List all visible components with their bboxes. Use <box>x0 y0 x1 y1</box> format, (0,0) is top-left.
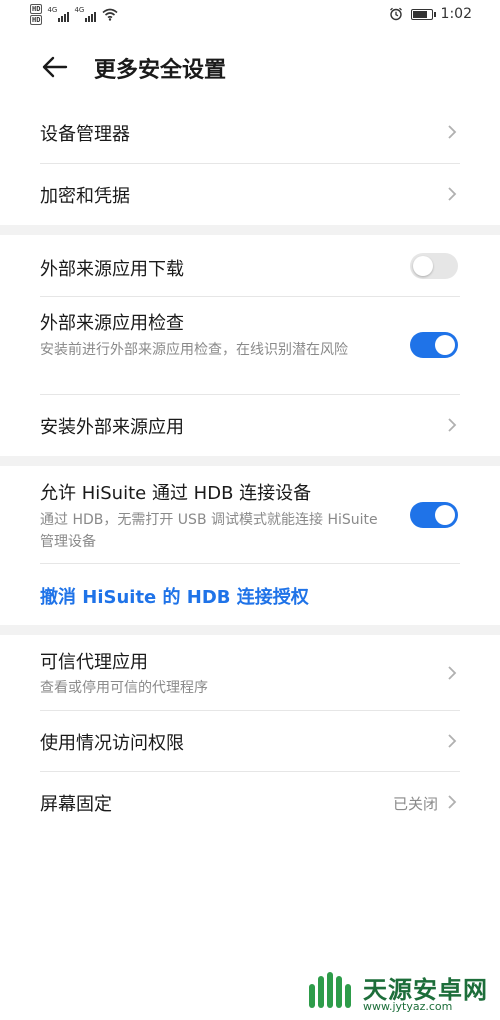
usage-access-item[interactable]: 使用情况访问权限 <box>40 711 460 771</box>
watermark-url: www.jytyaz.com <box>363 1000 453 1013</box>
back-arrow-icon <box>42 56 68 78</box>
hisuite-hdb-toggle[interactable] <box>410 502 458 528</box>
status-bar-right: 1:02 <box>389 6 472 22</box>
revoke-hdb-authorization-label: 撤消 HiSuite 的 HDB 连接授权 <box>40 587 309 608</box>
external-source-check-toggle[interactable] <box>410 332 458 358</box>
external-source-download-label: 外部来源应用下载 <box>40 259 184 280</box>
trusted-agents-item[interactable]: 可信代理应用 查看或停用可信的代理程序 <box>40 635 460 709</box>
install-external-apps-item[interactable]: 安装外部来源应用 <box>40 395 460 455</box>
revoke-hdb-authorization-link[interactable]: 撤消 HiSuite 的 HDB 连接授权 <box>40 564 460 624</box>
signal-icon-1: 4G <box>47 6 70 22</box>
external-source-check-item[interactable]: 外部来源应用检查 安装前进行外部来源应用检查，在线识别潜在风险 <box>40 297 460 393</box>
watermark-logo-icon <box>309 972 351 1008</box>
status-bar: HD HD 4G 4G 1:02 <box>0 0 500 34</box>
toggle-knob <box>435 505 455 525</box>
screen-pinning-item[interactable]: 屏幕固定 已关闭 <box>40 772 460 832</box>
status-time: 1:02 <box>440 6 472 22</box>
chevron-right-icon <box>448 125 457 139</box>
hd-badge-2: HD <box>30 15 43 25</box>
external-source-download-item[interactable]: 外部来源应用下载 <box>40 235 460 295</box>
section-separator <box>0 456 500 466</box>
trusted-agents-label: 可信代理应用 <box>40 652 148 673</box>
device-manager-item[interactable]: 设备管理器 <box>40 104 460 162</box>
chevron-right-icon <box>448 795 457 809</box>
chevron-right-icon <box>448 734 457 748</box>
status-bar-left: HD HD 4G 4G <box>30 4 118 25</box>
chevron-right-icon <box>448 418 457 432</box>
wifi-icon <box>102 8 118 21</box>
hd-badges: HD HD <box>30 4 43 25</box>
external-source-check-description: 安装前进行外部来源应用检查，在线识别潜在风险 <box>40 342 348 358</box>
page-header: 更多安全设置 <box>0 40 500 96</box>
encryption-credentials-item[interactable]: 加密和凭据 <box>40 164 460 222</box>
section-separator <box>0 225 500 235</box>
hisuite-hdb-item[interactable]: 允许 HiSuite 通过 HDB 连接设备 通过 HDB，无需打开 USB 调… <box>40 466 460 563</box>
signal-icon-2: 4G <box>74 6 97 22</box>
screen-pinning-value: 已关闭 <box>392 795 438 813</box>
page-title: 更多安全设置 <box>94 58 227 83</box>
chevron-right-icon <box>448 666 457 680</box>
hisuite-hdb-label: 允许 HiSuite 通过 HDB 连接设备 <box>40 483 312 504</box>
back-button[interactable] <box>38 52 72 82</box>
hd-badge-1: HD <box>30 4 43 14</box>
encryption-credentials-label: 加密和凭据 <box>40 186 130 207</box>
device-manager-label: 设备管理器 <box>40 124 130 145</box>
chevron-right-icon <box>448 187 457 201</box>
trusted-agents-description: 查看或停用可信的代理程序 <box>40 680 208 696</box>
section-separator <box>0 625 500 635</box>
toggle-knob <box>435 335 455 355</box>
screen-pinning-label: 屏幕固定 <box>40 794 112 815</box>
external-source-check-label: 外部来源应用检查 <box>40 313 184 334</box>
external-source-download-toggle[interactable] <box>410 253 458 279</box>
watermark: 天源安卓网 www.jytyaz.com <box>305 970 495 1014</box>
usage-access-label: 使用情况访问权限 <box>40 733 184 754</box>
install-external-apps-label: 安装外部来源应用 <box>40 417 184 438</box>
battery-icon <box>410 8 436 20</box>
alarm-icon <box>389 7 402 21</box>
hisuite-hdb-description: 通过 HDB，无需打开 USB 调试模式就能连接 HiSuite 管理设备 <box>40 512 378 550</box>
toggle-knob <box>413 256 433 276</box>
